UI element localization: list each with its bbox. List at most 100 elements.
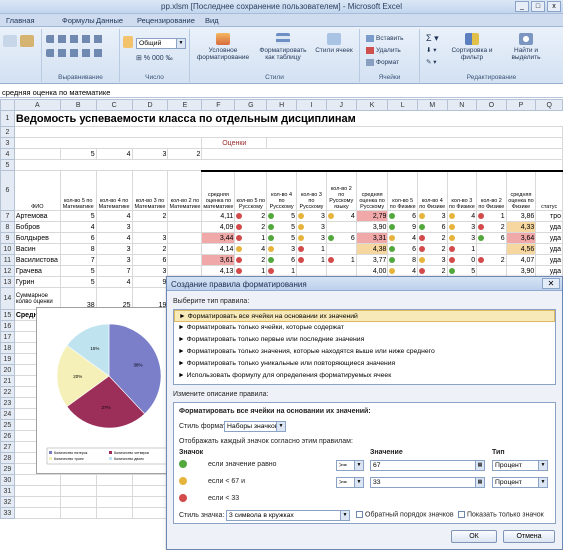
reverse-order-checkbox[interactable]: Обратный порядок значков (356, 511, 454, 518)
ribbon-group-number: Общий ▼ ⊞ % 000 ‰ Число (120, 29, 190, 82)
rule2-label: если < 67 и (208, 478, 246, 485)
column-header-cell: статус (535, 169, 563, 211)
cell-value: 6 (412, 245, 416, 253)
tab-view[interactable]: Вид (205, 16, 219, 25)
cell-styles-button[interactable]: Стили ячеек (314, 33, 354, 54)
cell-value: 3 (291, 245, 296, 253)
rule-type-item[interactable]: ► Форматировать только ячейки, которые с… (174, 322, 555, 334)
cell-value: уда (549, 267, 561, 275)
cancel-button[interactable]: Отмена (503, 530, 555, 543)
tab-review[interactable]: Рецензирование (137, 16, 195, 25)
display-rules-label: Отображать каждый значок согласно этим п… (179, 438, 353, 445)
cell-value: 3,31 (372, 234, 387, 242)
status-circle-icon (419, 212, 425, 219)
status-circle-icon (327, 256, 334, 263)
cell-value: 11 (3, 256, 12, 264)
sort-filter-button[interactable]: Сортировка и фильтр (446, 33, 498, 61)
indent-icons[interactable] (46, 49, 106, 57)
wrap-icon[interactable] (123, 36, 133, 48)
font-icon[interactable] (3, 35, 17, 47)
rule-type-item[interactable]: ► Форматировать только значения, которые… (174, 346, 555, 358)
rule-type-item[interactable]: ► Форматировать только уникальные или по… (174, 358, 555, 370)
tab-data[interactable]: Данные (96, 16, 123, 25)
rule1-type-select[interactable]: Процент ▼ (492, 460, 548, 471)
column-header-cell: кол-во 4 по Физике (417, 169, 448, 211)
dialog-close-button[interactable]: ✕ (542, 278, 560, 289)
show-icon-only-checkbox[interactable]: Показать только значок (458, 511, 544, 518)
format-button[interactable]: Формат (366, 59, 399, 66)
format-table-button[interactable]: Форматировать как таблицу (254, 33, 312, 61)
rule-type-item[interactable]: ► Форматировать все ячейки на основании … (174, 310, 555, 322)
cell-value: Василистова (15, 256, 58, 264)
rule-type-list[interactable]: ► Форматировать все ячейки на основании … (173, 309, 556, 385)
cell-value: 2 (441, 267, 446, 275)
cell-value: 4 (90, 223, 95, 231)
cell-value: 4,09 (219, 223, 234, 231)
rule2-operator-select[interactable]: >= ▼ (336, 477, 364, 488)
cell-value: 3,90 (372, 223, 387, 231)
cell-value: 3,90 (520, 267, 535, 275)
align-icons[interactable] (46, 35, 106, 43)
table-row[interactable]: 12 Грачева 5 7 3 4,13 1 1 4,00 4 2 5 3,90 уда (0, 265, 563, 277)
find-select-button[interactable]: Найти и выделить (500, 33, 552, 61)
delete-button[interactable]: Удалить (366, 47, 401, 54)
status-circle-icon (298, 245, 305, 252)
insert-button[interactable]: Вставить (366, 35, 404, 42)
sort-icon (465, 33, 479, 45)
cell-value: 9 (412, 223, 416, 231)
cell-value: 4 (412, 234, 416, 242)
status-circle-icon (478, 234, 485, 241)
formula-bar[interactable]: средняя оценка по математике (0, 85, 563, 98)
fill-color-icon[interactable] (20, 35, 34, 47)
tab-home[interactable]: Главная (6, 16, 35, 25)
status-circle-icon (327, 234, 334, 241)
cell-value: 4,07 (520, 256, 535, 264)
column-header-cell: кол-во 5 по Физике (387, 169, 418, 211)
window-titlebar: pp.xlsm [Последнее сохранение пользовате… (0, 0, 563, 14)
rule1-operator-select[interactable]: >= ▼ (336, 460, 364, 471)
rule1-value-input[interactable]: 67 ▦ (370, 460, 485, 471)
tab-formulas[interactable]: Формулы (62, 16, 95, 25)
cell-value: 3 (162, 267, 167, 275)
column-header-cell: кол-во 3 по Физике (446, 169, 478, 211)
table-row[interactable]: 11 Василистова 7 3 6 3,61 2 6 1 1 3,77 8 3 0 2 4,07 уда (0, 254, 563, 266)
status-circle-icon (389, 223, 396, 230)
rule2-value-input[interactable]: 33 ▦ (370, 477, 485, 488)
column-header-cell: кол-во 3 по Математике (131, 170, 169, 211)
clear-icon[interactable]: ✎ ▾ (426, 59, 437, 66)
column-header-cell: кол-во 3 по Русскому (296, 169, 327, 211)
pie-chart[interactable]: 38% 27% 20% 15% Количество пятерок Количеств… (36, 307, 176, 474)
value-column-header: Значение (370, 449, 403, 456)
percent-format-button[interactable]: ⊞ % 000 ‰ (136, 55, 173, 62)
close-button[interactable]: x (547, 1, 561, 12)
rule-type-item[interactable]: ► Использовать формулу для определения ф… (174, 370, 555, 382)
cell-value: 6 (350, 234, 355, 242)
sum-icon[interactable]: Σ ▾ (426, 34, 439, 43)
fill-icon[interactable]: ⬇ ▾ (426, 47, 437, 54)
minimize-button[interactable]: _ (515, 1, 529, 12)
legend-label: Количество двоек (114, 457, 144, 461)
icon-style-select[interactable]: 3 символа в кружках ▼ (226, 510, 350, 521)
status-circle-icon (327, 212, 334, 219)
conditional-format-button[interactable]: Условное форматирование (194, 33, 252, 61)
ok-button[interactable]: ОК (451, 530, 497, 543)
rule2-type-select[interactable]: Процент ▼ (492, 477, 548, 488)
cell-value: 4 (126, 278, 131, 286)
table-row[interactable]: 7 Артемова 5 4 2 4,11 2 5 3 4 2,79 6 3 4 1 3,86 тро (0, 210, 563, 222)
cell-value: 5 (90, 267, 95, 275)
maximize-button[interactable]: □ (531, 1, 545, 12)
number-format-select[interactable]: Общий ▼ (136, 38, 186, 49)
legend-swatch (49, 451, 52, 454)
rule-type-item[interactable]: ► Форматировать только первые или послед… (174, 334, 555, 346)
format-all-label: Форматировать все ячейки на основании их… (179, 408, 371, 415)
table-row[interactable]: 9 Болдырев 6 4 3 3,44 1 5 3 6 3,31 4 2 3 6 3,64 уда (0, 232, 563, 244)
table-row[interactable]: 8 Бобров 4 3 4,09 2 5 3 3,90 9 6 3 2 4,33 уда (0, 221, 563, 233)
slice-label: 15% (90, 346, 99, 351)
cell-styles-icon (327, 33, 341, 45)
status-circle-icon (268, 212, 275, 219)
format-style-select[interactable]: Наборы значков ▼ (224, 421, 286, 432)
select-rule-type-label: Выберите тип правила: (173, 298, 250, 305)
column-header-cell: кол-во 2 по Математике (167, 170, 203, 211)
table-row[interactable]: 10 Васин 8 3 2 4,14 4 3 1 4,38 6 2 1 4,56 уда (0, 243, 563, 255)
status-circle-icon (448, 245, 455, 252)
